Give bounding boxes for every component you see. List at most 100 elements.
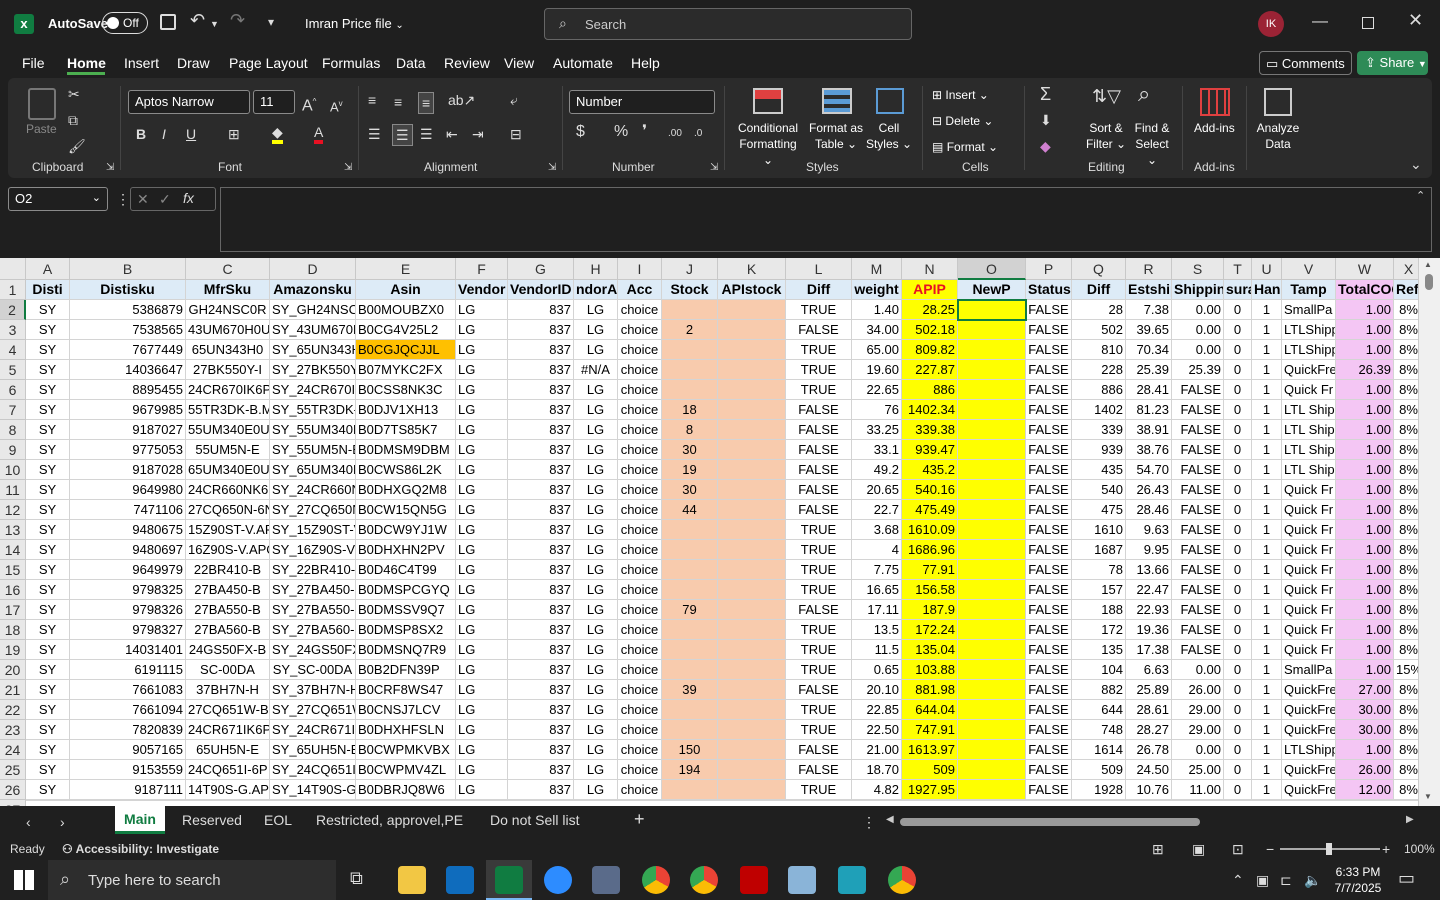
cell-k4[interactable] <box>718 340 786 360</box>
cell-q5[interactable]: 228 <box>1072 360 1126 380</box>
cell-e23[interactable]: B0DHXHFSLN <box>356 720 456 740</box>
cell-n12[interactable]: 475.49 <box>902 500 958 520</box>
network-icon[interactable]: ⊏ <box>1280 872 1292 888</box>
autosave-toggle[interactable]: Off <box>102 12 148 34</box>
cell-d21[interactable]: SY_37BH7N-H <box>270 680 356 700</box>
cell-s20[interactable]: 0.00 <box>1172 660 1224 680</box>
cell-s19[interactable]: FALSE <box>1172 640 1224 660</box>
cell-h5[interactable]: #N/A <box>574 360 618 380</box>
conditional-formatting-button[interactable]: Conditional Formatting ⌄ <box>733 120 803 168</box>
cell-v16[interactable]: Quick Fr <box>1282 580 1336 600</box>
cell-b11[interactable]: 9649980 <box>70 480 186 500</box>
cell-u8[interactable]: 1 <box>1252 420 1282 440</box>
cell-g21[interactable]: 837 <box>508 680 574 700</box>
cell-o24[interactable] <box>958 740 1026 760</box>
tab-formulas[interactable]: Formulas <box>322 55 380 71</box>
cell-u19[interactable]: 1 <box>1252 640 1282 660</box>
cell-s21[interactable]: 26.00 <box>1172 680 1224 700</box>
row-header[interactable]: 11 <box>0 480 26 500</box>
cell-m3[interactable]: 34.00 <box>852 320 902 340</box>
column-header-i[interactable]: I <box>618 258 662 280</box>
cell-j21[interactable]: 39 <box>662 680 718 700</box>
zoom-slider[interactable] <box>1280 843 1380 855</box>
cell-i7[interactable]: choice <box>618 400 662 420</box>
cell-c2[interactable]: GH24NSC0R <box>186 300 270 320</box>
cell-r14[interactable]: 9.95 <box>1126 540 1172 560</box>
accessibility-status[interactable]: ⚇ Accessibility: Investigate <box>62 842 219 856</box>
cell-d16[interactable]: SY_27BA450-E <box>270 580 356 600</box>
search-box[interactable]: ⌕ Search <box>544 8 912 40</box>
column-header-a[interactable]: A <box>26 258 70 280</box>
taskbar-search[interactable]: ⌕ Type here to search <box>48 860 336 900</box>
column-header-b[interactable]: B <box>70 258 186 280</box>
cell-k23[interactable] <box>718 720 786 740</box>
header-cell-k[interactable]: APIstock <box>718 280 786 300</box>
cell-n25[interactable]: 509 <box>902 760 958 780</box>
cell-b18[interactable]: 9798327 <box>70 620 186 640</box>
cell-c23[interactable]: 24CR671IK6P <box>186 720 270 740</box>
cell-s5[interactable]: 25.39 <box>1172 360 1224 380</box>
cell-b3[interactable]: 7538565 <box>70 320 186 340</box>
cell-g20[interactable]: 837 <box>508 660 574 680</box>
normal-view-icon[interactable]: ⊞ <box>1152 841 1164 857</box>
excel-taskbar-icon[interactable] <box>495 866 523 894</box>
orientation-icon[interactable]: ab↗ <box>448 92 475 108</box>
cell-a7[interactable]: SY <box>26 400 70 420</box>
cell-r10[interactable]: 54.70 <box>1126 460 1172 480</box>
cell-t20[interactable]: 0 <box>1224 660 1252 680</box>
cell-p17[interactable]: FALSE <box>1026 600 1072 620</box>
cell-j5[interactable] <box>662 360 718 380</box>
tab-view[interactable]: View <box>504 55 534 71</box>
cell-u13[interactable]: 1 <box>1252 520 1282 540</box>
cell-r16[interactable]: 22.47 <box>1126 580 1172 600</box>
cell-h4[interactable]: LG <box>574 340 618 360</box>
cell-j22[interactable] <box>662 700 718 720</box>
cell-c4[interactable]: 65UN343H0 <box>186 340 270 360</box>
header-cell-s[interactable]: Shippin <box>1172 280 1224 300</box>
cell-k2[interactable] <box>718 300 786 320</box>
cell-f21[interactable]: LG <box>456 680 508 700</box>
row-header[interactable]: 12 <box>0 500 26 520</box>
cell-i6[interactable]: choice <box>618 380 662 400</box>
cell-e14[interactable]: B0DHXHN2PV <box>356 540 456 560</box>
header-cell-w[interactable]: TotalCOG <box>1336 280 1394 300</box>
row-header[interactable]: 18 <box>0 620 26 640</box>
column-header-k[interactable]: K <box>718 258 786 280</box>
cell-i20[interactable]: choice <box>618 660 662 680</box>
cell-g8[interactable]: 837 <box>508 420 574 440</box>
comma-icon[interactable]: ❜ <box>642 124 647 140</box>
header-cell-l[interactable]: Diff <box>786 280 852 300</box>
cell-p25[interactable]: FALSE <box>1026 760 1072 780</box>
undo-icon[interactable]: ↶ <box>190 11 205 29</box>
cell-b5[interactable]: 14036647 <box>70 360 186 380</box>
cell-u17[interactable]: 1 <box>1252 600 1282 620</box>
cell-s22[interactable]: 29.00 <box>1172 700 1224 720</box>
cell-u14[interactable]: 1 <box>1252 540 1282 560</box>
cell-v6[interactable]: Quick Fr <box>1282 380 1336 400</box>
cell-i8[interactable]: choice <box>618 420 662 440</box>
chrome-icon[interactable] <box>642 866 670 894</box>
cell-a6[interactable]: SY <box>26 380 70 400</box>
cell-d26[interactable]: SY_14T90S-G. <box>270 780 356 800</box>
cell-e26[interactable]: B0DBRJQ8W6 <box>356 780 456 800</box>
cell-k14[interactable] <box>718 540 786 560</box>
bold-icon[interactable]: B <box>136 126 146 142</box>
cell-h20[interactable]: LG <box>574 660 618 680</box>
wrap-text-icon[interactable]: ⤶ <box>510 92 518 108</box>
cell-w4[interactable]: 1.00 <box>1336 340 1394 360</box>
zoom-out-icon[interactable]: − <box>1266 841 1274 857</box>
cell-b14[interactable]: 9480697 <box>70 540 186 560</box>
clipboard-launcher-icon[interactable]: ⇲ <box>106 160 114 176</box>
file-name[interactable]: Imran Price file ⌄ <box>305 16 404 31</box>
cell-v22[interactable]: QuickFre <box>1282 700 1336 720</box>
sheet-tab-main[interactable]: Main <box>115 806 165 834</box>
header-cell-u[interactable]: Han <box>1252 280 1282 300</box>
row-header[interactable]: 8 <box>0 420 26 440</box>
align-top-icon[interactable]: ≡ <box>368 92 376 108</box>
header-cell-c[interactable]: MfrSku <box>186 280 270 300</box>
cell-b2[interactable]: 5386879 <box>70 300 186 320</box>
cell-q10[interactable]: 435 <box>1072 460 1126 480</box>
cell-n7[interactable]: 1402.34 <box>902 400 958 420</box>
cell-i16[interactable]: choice <box>618 580 662 600</box>
cell-c18[interactable]: 27BA560-B <box>186 620 270 640</box>
